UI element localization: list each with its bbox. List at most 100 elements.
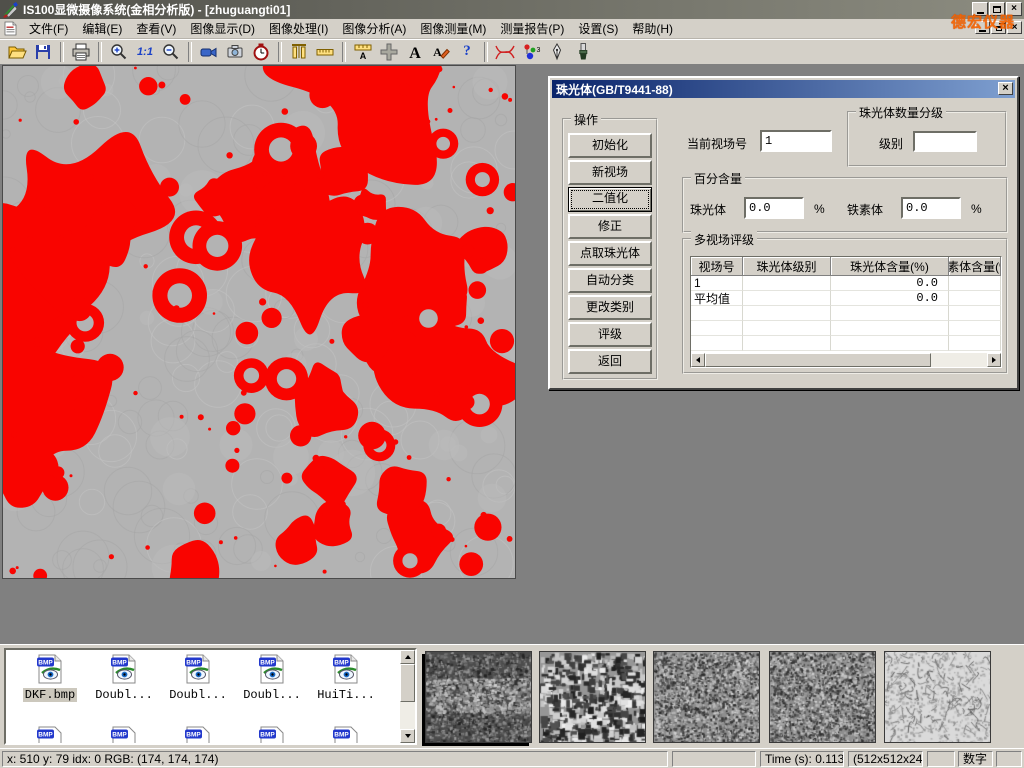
bmp-file-icon: BMP (35, 654, 65, 684)
toolbar-separator (278, 42, 282, 62)
zoom-out-button[interactable] (159, 40, 183, 63)
bmp-file-icon: BMP (183, 726, 213, 745)
open-folder-icon (7, 42, 27, 62)
scrollbar-thumb[interactable] (705, 353, 931, 367)
file-item[interactable]: BMP (14, 726, 86, 745)
file-item[interactable]: BMP HuiTi... (310, 654, 382, 702)
multi-field-group: 多视场评级 视场号 珠光体级别 珠光体含量(%) 铁素体含量(%) 1 0.0 (682, 238, 1008, 374)
app-icon (3, 2, 19, 18)
bmp-file-icon: BMP (257, 654, 287, 684)
bmp-file-icon: BMP (331, 726, 361, 745)
pen-nib-icon (547, 42, 567, 62)
scroll-up-button[interactable] (400, 650, 415, 664)
menu-file[interactable]: 文件(F) (22, 19, 75, 38)
rate-button[interactable]: 评级 (568, 322, 652, 347)
menu-help[interactable]: 帮助(H) (625, 19, 680, 38)
file-label: Doubl... (167, 688, 229, 702)
zoom-in-button[interactable] (107, 40, 131, 63)
dialog-close-button[interactable]: × (998, 82, 1013, 95)
snapshot-button[interactable] (223, 40, 247, 63)
table-row[interactable]: 1 0.0 (691, 276, 1001, 291)
annotate-tool-button[interactable]: A (429, 40, 453, 63)
scroll-right-button[interactable] (987, 353, 1001, 367)
table-row-empty (691, 321, 1001, 336)
ruler-text-icon: A (353, 42, 373, 62)
svg-text:BMP: BMP (112, 732, 127, 739)
file-item-dkf[interactable]: BMP DKF.bmp (14, 654, 86, 702)
change-class-button[interactable]: 更改类别 (568, 295, 652, 320)
menu-measure-report[interactable]: 测量报告(P) (493, 19, 571, 38)
vendor-watermark: 德宏仪器 (951, 11, 1015, 32)
file-item[interactable]: BMP Doubl... (88, 654, 160, 702)
pearlite-percent-input[interactable] (744, 197, 804, 219)
correct-button[interactable]: 修正 (568, 214, 652, 239)
grade-input[interactable] (913, 131, 977, 152)
scrollbar-thumb[interactable] (400, 664, 415, 702)
print-button[interactable] (69, 40, 93, 63)
binarize-button[interactable]: 二值化 (568, 187, 652, 212)
file-item[interactable]: BMP (310, 726, 382, 745)
save-button[interactable] (31, 40, 55, 63)
new-field-button[interactable]: 新视场 (568, 160, 652, 185)
file-item[interactable]: BMP Doubl... (236, 654, 308, 702)
video-capture-button[interactable] (197, 40, 221, 63)
measure-label-button[interactable]: A (351, 40, 375, 63)
grid-tool-button[interactable] (377, 40, 401, 63)
help-button[interactable]: ? (455, 40, 479, 63)
file-item[interactable]: BMP Doubl... (162, 654, 234, 702)
caliper-measure-button[interactable] (287, 40, 311, 63)
timer-button[interactable] (249, 40, 273, 63)
ruler-measure-button[interactable] (313, 40, 337, 63)
brush-tool-button[interactable] (571, 40, 595, 63)
curve-tool-button[interactable] (493, 40, 517, 63)
initialize-button[interactable]: 初始化 (568, 133, 652, 158)
open-button[interactable] (5, 40, 29, 63)
thumbnail-2[interactable] (539, 651, 646, 743)
count-points-button[interactable]: 3 (519, 40, 543, 63)
rating-table[interactable]: 视场号 珠光体级别 珠光体含量(%) 铁素体含量(%) 1 0.0 平均值 (690, 256, 1002, 368)
thumbnail-3[interactable] (653, 651, 760, 743)
menu-view[interactable]: 查看(V) (129, 19, 183, 38)
scroll-left-button[interactable] (691, 353, 705, 367)
file-item[interactable]: BMP (162, 726, 234, 745)
table-horizontal-scrollbar[interactable] (691, 353, 1001, 367)
file-list[interactable]: BMP DKF.bmp BMP Doubl... BMP Doubl... BM… (4, 648, 417, 745)
menu-image-analysis[interactable]: 图像分析(A) (335, 19, 413, 38)
window-title: IS100显微摄像系统(金相分析版) - [zhuguangti01] (23, 1, 290, 18)
arrow-left-icon (696, 357, 700, 363)
toolbar-separator (98, 42, 102, 62)
current-field-input[interactable] (760, 130, 832, 152)
actual-size-button[interactable]: 1:1 (133, 40, 157, 63)
grade-label: 级别 (879, 135, 903, 152)
scroll-down-button[interactable] (400, 729, 415, 743)
auto-classify-button[interactable]: 自动分类 (568, 268, 652, 293)
col-pearlite-grade: 珠光体级别 (743, 257, 831, 276)
col-ferrite-content: 铁素体含量(%) (949, 257, 1001, 276)
specimen-image[interactable] (3, 66, 515, 578)
file-item[interactable]: BMP (88, 726, 160, 745)
printer-icon (71, 42, 91, 62)
thumbnail-1[interactable] (425, 651, 532, 743)
dialog-title-bar[interactable]: 珠光体(GB/T9441-88) × (552, 80, 1015, 98)
pick-pearlite-button[interactable]: 点取珠光体 (568, 241, 652, 266)
menu-image-measure[interactable]: 图像测量(M) (413, 19, 493, 38)
thumbnail-5[interactable] (884, 651, 991, 743)
return-button[interactable]: 返回 (568, 349, 652, 374)
menu-image-display[interactable]: 图像显示(D) (183, 19, 262, 38)
thumbnail-4[interactable] (769, 651, 876, 743)
pen-tool-button[interactable] (545, 40, 569, 63)
menu-edit[interactable]: 编辑(E) (75, 19, 129, 38)
help-icon: ? (463, 43, 471, 60)
file-list-scrollbar[interactable] (400, 650, 415, 743)
file-item[interactable]: BMP (236, 726, 308, 745)
text-tool-button[interactable]: A (403, 40, 427, 63)
menu-image-process[interactable]: 图像处理(I) (262, 19, 335, 38)
cell-field-no: 平均值 (691, 291, 743, 306)
svg-text:BMP: BMP (260, 732, 275, 739)
ferrite-percent-input[interactable] (901, 197, 961, 219)
svg-text:BMP: BMP (186, 660, 201, 667)
menu-settings[interactable]: 设置(S) (571, 19, 625, 38)
table-row[interactable]: 平均值 0.0 (691, 291, 1001, 306)
status-panel-empty (927, 751, 955, 767)
svg-text:BMP: BMP (334, 660, 349, 667)
